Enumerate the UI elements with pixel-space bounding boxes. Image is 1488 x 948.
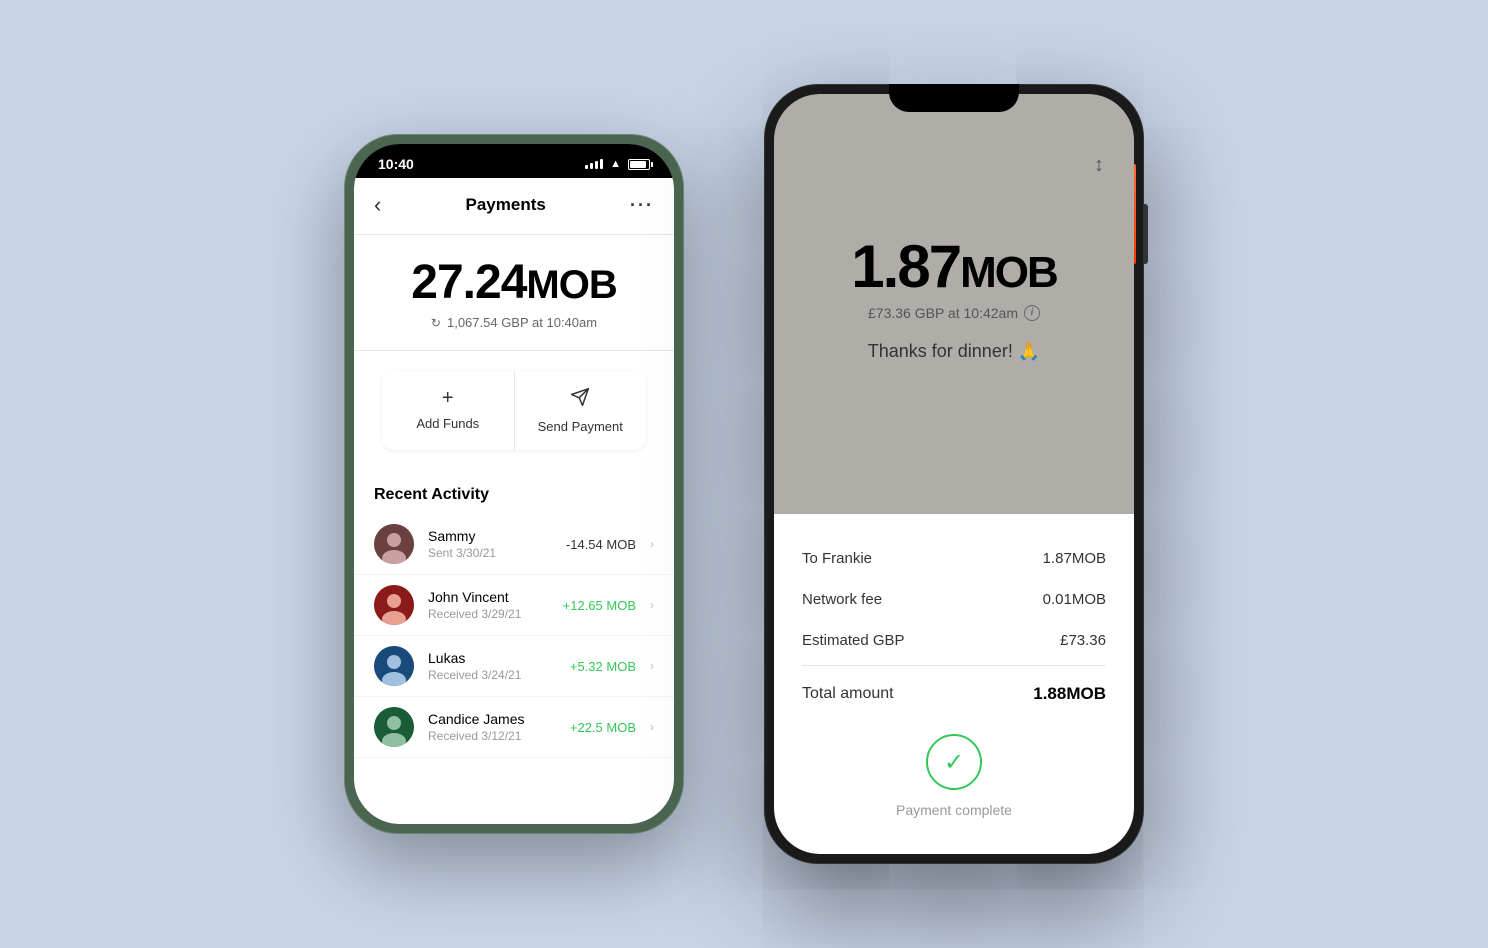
activity-name: Candice James — [428, 711, 556, 727]
payment-complete-label: Payment complete — [896, 802, 1012, 818]
balance-amount: 27.24MOB — [374, 259, 654, 307]
list-item[interactable]: Sammy Sent 3/30/21 -14.54 MOB › — [354, 514, 674, 575]
phone-2-bottom: To Frankie 1.87MOB Network fee 0.01MOB E… — [774, 514, 1134, 854]
payment-detail-row: Network fee 0.01MOB — [802, 579, 1106, 620]
sort-icon[interactable]: ↕ — [1094, 154, 1104, 177]
send-icon — [570, 387, 590, 413]
balance-unit: MOB — [526, 263, 616, 307]
info-icon[interactable]: i — [1024, 305, 1040, 321]
list-item[interactable]: Candice James Received 3/12/21 +22.5 MOB… — [354, 697, 674, 758]
add-funds-label: Add Funds — [416, 416, 479, 431]
activity-info: John Vincent Received 3/29/21 — [428, 589, 549, 621]
phone-2-top: ↕ 1.87MOB £73.36 GBP at 10:42am i Thanks… — [774, 94, 1134, 514]
battery-fill — [630, 161, 646, 168]
back-button[interactable]: ‹ — [374, 192, 381, 218]
status-icons-1: ▲ — [585, 158, 650, 170]
activity-amount: +5.32 MOB — [570, 659, 636, 674]
list-item[interactable]: John Vincent Received 3/29/21 +12.65 MOB… — [354, 575, 674, 636]
add-funds-button[interactable]: + Add Funds — [382, 371, 515, 450]
activity-date: Received 3/24/21 — [428, 668, 556, 682]
divider — [802, 665, 1106, 666]
signal-bar-4 — [600, 159, 603, 169]
page-title: Payments — [466, 195, 546, 215]
activity-info: Sammy Sent 3/30/21 — [428, 528, 552, 560]
payment-detail-row: To Frankie 1.87MOB — [802, 538, 1106, 579]
chevron-right-icon: › — [650, 720, 654, 734]
chevron-right-icon: › — [650, 659, 654, 673]
signal-bar-1 — [585, 165, 588, 169]
gbp-label: Estimated GBP — [802, 632, 905, 649]
phone-1-notch — [454, 144, 574, 170]
total-label: Total amount — [802, 685, 894, 703]
activity-name: John Vincent — [428, 589, 549, 605]
activity-date: Received 3/29/21 — [428, 607, 549, 621]
phone-1-inner: 10:40 ▲ — [354, 144, 674, 824]
to-label: To Frankie — [802, 550, 872, 567]
gbp-value: £73.36 — [1060, 632, 1106, 649]
wifi-icon: ▲ — [610, 158, 621, 170]
list-item[interactable]: Lukas Received 3/24/21 +5.32 MOB › — [354, 636, 674, 697]
payment-detail-row: Estimated GBP £73.36 — [802, 620, 1106, 661]
action-buttons-wrapper: + Add Funds Send Payment — [354, 351, 674, 470]
chevron-right-icon: › — [650, 598, 654, 612]
activity-amount: -14.54 MOB — [566, 537, 636, 552]
signal-icon — [585, 159, 603, 169]
section-title: Recent Activity — [354, 470, 674, 514]
app-header: ‹ Payments ··· — [354, 178, 674, 235]
activity-amount: +22.5 MOB — [570, 720, 636, 735]
balance-number: 27.24 — [411, 256, 526, 309]
recent-activity-section: Recent Activity Sammy Sent 3/ — [354, 470, 674, 824]
avatar — [374, 707, 414, 747]
fiat-rate: £73.36 GBP at 10:42am i — [868, 305, 1040, 321]
checkmark-circle: ✓ — [926, 734, 982, 790]
activity-date: Received 3/12/21 — [428, 729, 556, 743]
checkmark-icon: ✓ — [944, 748, 964, 777]
scene: 10:40 ▲ — [0, 0, 1488, 948]
activity-name: Sammy — [428, 528, 552, 544]
phone-2-inner: ↕ 1.87MOB £73.36 GBP at 10:42am i Thanks… — [774, 94, 1134, 854]
status-time-1: 10:40 — [378, 156, 414, 172]
payment-amount-number: 1.87 — [851, 237, 960, 297]
phone-1: 10:40 ▲ — [344, 134, 684, 834]
total-value: 1.88MOB — [1033, 684, 1106, 704]
balance-section: 27.24MOB ↻ 1,067.54 GBP at 10:40am — [354, 235, 674, 351]
balance-fiat: ↻ 1,067.54 GBP at 10:40am — [374, 315, 654, 330]
add-icon: + — [442, 387, 454, 410]
payment-total-row: Total amount 1.88MOB — [802, 670, 1106, 718]
fee-label: Network fee — [802, 591, 882, 608]
to-value: 1.87MOB — [1043, 550, 1106, 567]
chevron-right-icon: › — [650, 537, 654, 551]
phone-2-notch — [889, 84, 1019, 112]
payment-note: Thanks for dinner! 🙏 — [868, 341, 1041, 362]
phone-2-screen: ↕ 1.87MOB £73.36 GBP at 10:42am i Thanks… — [774, 94, 1134, 854]
side-button — [1144, 204, 1148, 264]
activity-info: Candice James Received 3/12/21 — [428, 711, 556, 743]
battery-icon — [628, 159, 650, 170]
activity-amount: +12.65 MOB — [563, 598, 636, 613]
send-payment-button[interactable]: Send Payment — [515, 371, 647, 450]
more-button[interactable]: ··· — [630, 195, 654, 216]
payment-amount-large: 1.87MOB — [851, 237, 1056, 297]
signal-bar-2 — [590, 163, 593, 169]
fiat-rate-text: £73.36 GBP at 10:42am — [868, 305, 1018, 321]
payment-complete-section: ✓ Payment complete — [802, 718, 1106, 826]
payment-amount-unit: MOB — [960, 251, 1057, 295]
activity-date: Sent 3/30/21 — [428, 546, 552, 560]
phone-2: ↕ 1.87MOB £73.36 GBP at 10:42am i Thanks… — [764, 84, 1144, 864]
activity-name: Lukas — [428, 650, 556, 666]
fee-value: 0.01MOB — [1043, 591, 1106, 608]
avatar — [374, 585, 414, 625]
avatar — [374, 646, 414, 686]
refresh-icon[interactable]: ↻ — [431, 316, 441, 330]
avatar — [374, 524, 414, 564]
activity-info: Lukas Received 3/24/21 — [428, 650, 556, 682]
action-buttons: + Add Funds Send Payment — [382, 371, 646, 450]
phone-1-screen: 10:40 ▲ — [354, 144, 674, 824]
send-payment-label: Send Payment — [538, 419, 623, 434]
signal-bar-3 — [595, 161, 598, 169]
balance-fiat-text: 1,067.54 GBP at 10:40am — [447, 315, 597, 330]
